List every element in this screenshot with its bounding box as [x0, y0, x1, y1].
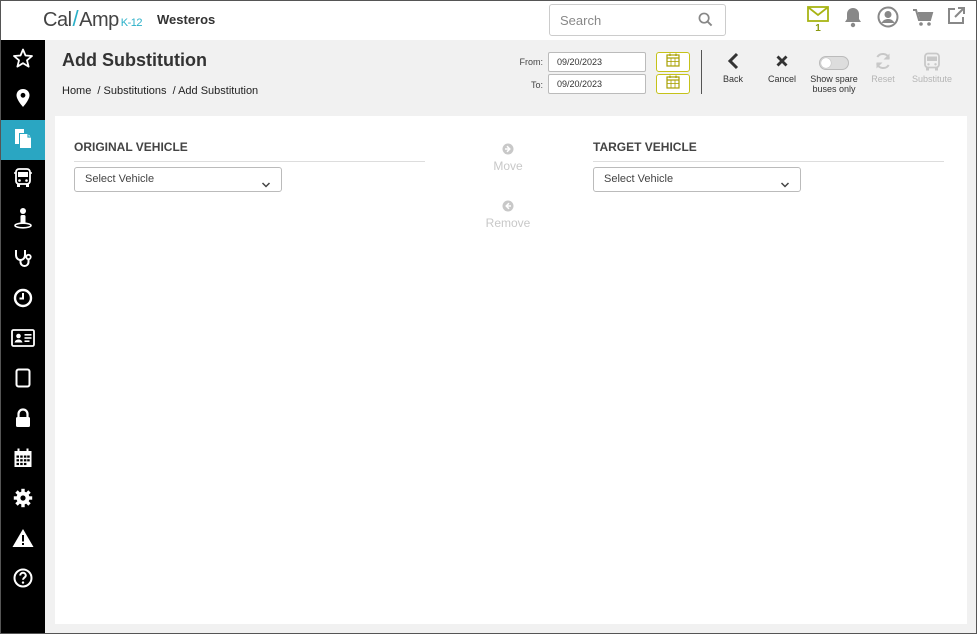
spare-buses-toggle-control[interactable]: Show spare buses only — [807, 52, 861, 94]
user-circle-icon — [877, 6, 899, 34]
external-link-button[interactable] — [944, 6, 968, 34]
mail-button[interactable]: 1 — [806, 6, 830, 34]
chevron-down-icon — [261, 175, 271, 198]
original-vehicle-divider — [74, 161, 425, 162]
stethoscope-icon — [13, 248, 33, 273]
close-icon — [775, 52, 789, 72]
star-icon — [12, 48, 33, 73]
original-vehicle-select[interactable]: Select Vehicle — [74, 167, 282, 192]
top-bar: Cal/AmpK-12 Westeros 1 — [0, 0, 977, 40]
profile-button[interactable] — [876, 6, 900, 34]
from-calendar-button[interactable] — [656, 52, 690, 72]
calamp-logo[interactable]: Cal / Amp K-12 — [43, 6, 143, 32]
original-vehicle-select-value: Select Vehicle — [85, 173, 155, 185]
clock-icon — [13, 288, 33, 313]
substitute-label: Substitute — [911, 74, 953, 84]
bell-icon — [843, 6, 863, 34]
target-vehicle-divider — [593, 161, 944, 162]
warning-icon — [12, 528, 34, 553]
toolbar-divider — [701, 50, 702, 94]
move-label: Move — [493, 159, 523, 173]
cancel-button[interactable]: Cancel — [755, 52, 809, 84]
page-header: Add Substitution Home / Substitutions / … — [45, 40, 977, 106]
calendar-icon — [666, 75, 680, 94]
id-card-icon — [10, 328, 35, 352]
cart-button[interactable] — [911, 6, 935, 34]
arrow-right-circle-icon — [502, 143, 514, 159]
to-date-input[interactable]: 09/20/2023 — [548, 74, 646, 94]
cart-icon — [912, 6, 934, 34]
back-label: Back — [722, 74, 743, 84]
copy-icon — [13, 127, 33, 154]
target-vehicle-title: TARGET VEHICLE — [593, 140, 697, 154]
search-icon[interactable] — [698, 12, 713, 32]
logo-slash: / — [72, 6, 79, 31]
reset-label: Reset — [871, 74, 895, 84]
external-link-icon — [946, 6, 966, 34]
sidebar-item-settings[interactable] — [0, 480, 45, 520]
sidebar-item-help[interactable] — [0, 560, 45, 600]
help-icon — [13, 568, 33, 593]
sidebar-item-map[interactable] — [0, 80, 45, 120]
sidebar-item-favorites[interactable] — [0, 40, 45, 80]
back-button[interactable]: Back — [706, 52, 760, 84]
from-date-input[interactable]: 09/20/2023 — [548, 52, 646, 72]
move-button[interactable]: Move — [473, 143, 543, 173]
calendar-icon — [13, 448, 33, 473]
page-title: Add Substitution — [62, 50, 207, 70]
from-label: From: — [519, 57, 544, 67]
tablet-icon — [15, 368, 31, 393]
remove-label: Remove — [485, 216, 531, 230]
substitute-button[interactable]: Substitute — [905, 52, 959, 84]
chevron-left-icon — [726, 52, 740, 72]
to-calendar-button[interactable] — [656, 74, 690, 94]
sidebar-item-health[interactable] — [0, 240, 45, 280]
logo-text-left: Cal — [43, 9, 72, 31]
sidebar-item-devices[interactable] — [0, 360, 45, 400]
logo-text-right: Amp — [79, 9, 119, 31]
map-pin-icon — [15, 88, 31, 113]
district-name: Westeros — [157, 12, 216, 27]
bus-icon — [13, 167, 33, 194]
logo-suffix: K-12 — [120, 17, 143, 29]
breadcrumb: Home / Substitutions / Add Substitution — [62, 85, 261, 97]
substitution-panel: ORIGINAL VEHICLE Select Vehicle Move Rem… — [55, 116, 967, 624]
sidebar-item-id-cards[interactable] — [0, 320, 45, 360]
search-input[interactable] — [550, 5, 690, 35]
sidebar-item-students[interactable] — [0, 200, 45, 240]
sidebar-item-calendar[interactable] — [0, 440, 45, 480]
breadcrumb-current: / Add Substitution — [172, 85, 259, 97]
target-vehicle-select-value: Select Vehicle — [604, 173, 674, 185]
search-box[interactable] — [549, 4, 726, 36]
spare-buses-label-line2: buses only — [812, 84, 856, 94]
spare-buses-label-line1: Show spare — [810, 74, 858, 84]
gear-icon — [13, 488, 33, 513]
original-vehicle-title: ORIGINAL VEHICLE — [74, 140, 188, 154]
sidebar-item-security[interactable] — [0, 400, 45, 440]
sidebar-item-alerts[interactable] — [0, 520, 45, 560]
calendar-icon — [666, 53, 680, 72]
remove-button[interactable]: Remove — [473, 200, 543, 230]
arrow-left-circle-icon — [502, 200, 514, 216]
sidebar-item-vehicles[interactable] — [0, 160, 45, 200]
lock-icon — [14, 407, 32, 433]
mail-count-badge: 1 — [815, 23, 821, 34]
sidebar-item-substitutions[interactable] — [0, 120, 45, 160]
student-icon — [13, 207, 33, 234]
breadcrumb-home[interactable]: Home — [62, 85, 91, 97]
refresh-icon — [874, 52, 892, 72]
target-vehicle-select[interactable]: Select Vehicle — [593, 167, 801, 192]
spare-buses-toggle[interactable] — [819, 56, 849, 70]
notifications-button[interactable] — [841, 6, 865, 34]
reset-button[interactable]: Reset — [856, 52, 910, 84]
sidebar-item-time[interactable] — [0, 280, 45, 320]
sidebar — [0, 40, 45, 634]
breadcrumb-substitutions[interactable]: / Substitutions — [97, 85, 166, 97]
cancel-label: Cancel — [767, 74, 796, 84]
chevron-down-icon — [780, 175, 790, 198]
to-label: To: — [530, 80, 543, 90]
bus-icon — [923, 52, 941, 74]
